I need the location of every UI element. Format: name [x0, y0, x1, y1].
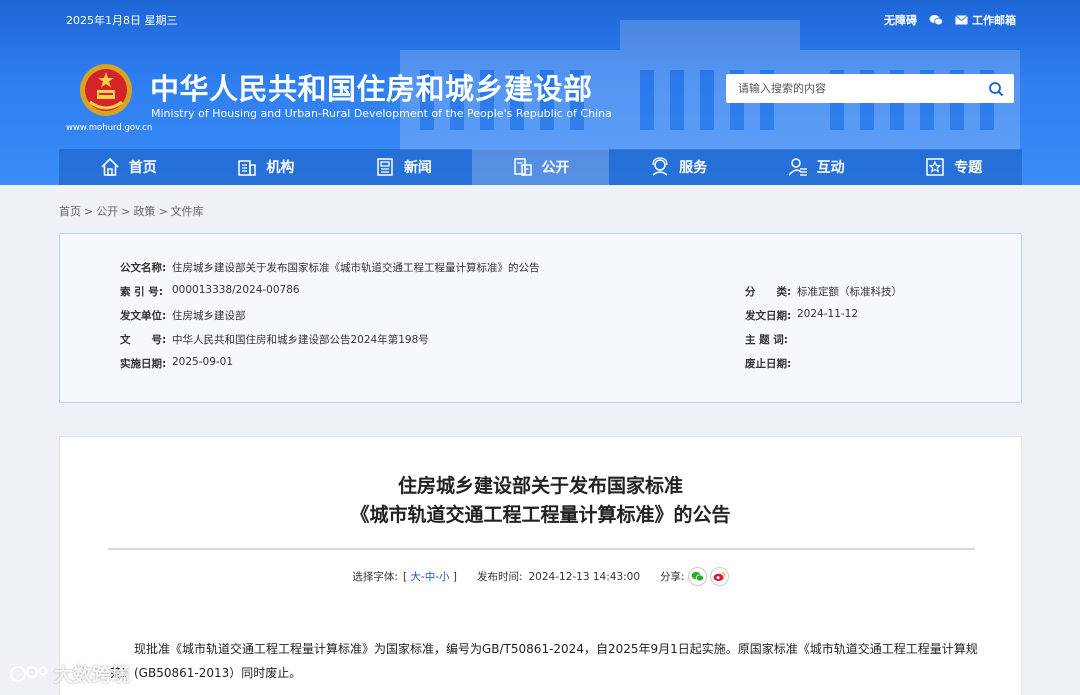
top-bar: 2025年1月8日 星期三 无障碍 工作邮箱 — [66, 12, 1016, 30]
doc-no-value: 中华人民共和国住房和城乡建设部公告2024年第198号 — [172, 334, 429, 346]
mail-icon — [955, 15, 968, 25]
meta-row-index: 索 引 号: 000013338/2024-00786 — [120, 284, 300, 299]
article-panel: 住房城乡建设部关于发布国家标准 《城市轨道交通工程工程量计算标准》的公告 选择字… — [59, 436, 1022, 695]
site-url: www.mohurd.gov.cn — [66, 123, 153, 133]
search-input[interactable] — [726, 74, 978, 103]
issuer-value: 住房城乡建设部 — [172, 310, 246, 322]
meta-row-issue-date: 发文日期: 2024-11-12 — [745, 308, 858, 323]
nav-label: 新闻 — [403, 160, 432, 176]
nav-item-home[interactable]: 首页 — [59, 149, 197, 185]
issuer-label: 发文单位: — [120, 310, 167, 322]
nav-item-news[interactable]: 新闻 — [334, 149, 472, 185]
title-divider — [108, 548, 975, 550]
index-label: 索 引 号: — [120, 286, 164, 298]
meta-row-repeal: 废止日期: — [745, 356, 797, 371]
topic-icon — [926, 158, 944, 176]
nav-item-open[interactable]: 公开 — [471, 149, 610, 185]
wechat-icon — [691, 571, 704, 582]
repeal-label: 废止日期: — [745, 358, 792, 370]
search-box — [726, 74, 1014, 103]
watermark-logo-icon — [10, 665, 48, 682]
doc-no-label: 文 号: — [120, 334, 167, 346]
nav-label: 互动 — [816, 160, 845, 176]
building-icon — [238, 160, 257, 176]
site-subtitle: Ministry of Housing and Urban-Rural Deve… — [151, 107, 612, 120]
article-title-line1: 住房城乡建设部关于发布国家标准 — [397, 475, 683, 497]
meta-row-category: 分 类: 标准定额（标准科技） — [745, 284, 902, 299]
nav-label: 专题 — [954, 160, 983, 176]
article-body: 现批准《城市轨道交通工程工程量计算标准》为国家标准，编号为GB/T50861-2… — [110, 642, 978, 680]
nav-item-interact[interactable]: 互动 — [747, 149, 885, 185]
subject-label: 主 题 词: — [745, 334, 789, 346]
breadcrumb: 首页 > 公开 > 政策 > 文件库 — [59, 205, 204, 218]
nav-item-topic[interactable]: 专题 — [884, 149, 1022, 185]
nav-label: 公开 — [541, 160, 570, 176]
main-nav: 首页 机构 新闻 公开 服务 互动 专题 — [59, 149, 1022, 185]
document-meta-box: 公文名称: 住房城乡建设部关于发布国家标准《城市轨道交通工程工程量计算标准》的公… — [59, 233, 1022, 403]
font-small-link[interactable]: 小 — [439, 571, 450, 583]
nav-label: 服务 — [679, 160, 708, 176]
interact-icon — [788, 158, 807, 176]
share-label: 分享: — [660, 571, 685, 583]
font-size-switcher: [ 大-中-小 ] — [402, 571, 457, 583]
wechat-icon — [929, 15, 943, 26]
mailbox-label: 工作邮箱 — [972, 14, 1016, 27]
share-weibo-button[interactable] — [709, 567, 729, 586]
publish-time-label: 发布时间: — [476, 571, 523, 583]
meta-row-effective: 实施日期: 2025-09-01 — [120, 356, 233, 371]
meta-row-doc-no: 文 号: 中华人民共和国住房和城乡建设部公告2024年第198号 — [120, 332, 429, 347]
nav-item-organization[interactable]: 机构 — [197, 149, 335, 185]
top-links: 无障碍 工作邮箱 — [884, 12, 1016, 28]
publish-time-value: 2024-12-13 14:43:00 — [528, 570, 641, 583]
meta-row-issuer: 发文单位: 住房城乡建设部 — [120, 308, 246, 323]
mailbox-link[interactable]: 工作邮箱 — [955, 12, 1016, 28]
font-large-link[interactable]: 大 — [410, 571, 421, 583]
wechat-link[interactable] — [929, 14, 943, 26]
nav-label: 首页 — [128, 160, 157, 176]
category-label: 分 类: — [745, 286, 792, 298]
breadcrumb-open[interactable]: 公开 — [96, 205, 118, 218]
site-header: 2025年1月8日 星期三 无障碍 工作邮箱 www.mohurd.gov.cn… — [0, 0, 1080, 185]
issue-date-label: 发文日期: — [745, 310, 792, 322]
open-icon — [513, 158, 532, 176]
search-button[interactable] — [978, 74, 1014, 103]
news-icon — [377, 158, 393, 176]
home-icon — [101, 157, 119, 176]
meta-row-subject: 主 题 词: — [745, 332, 797, 347]
breadcrumb-home[interactable]: 首页 — [59, 205, 81, 218]
breadcrumb-policy[interactable]: 政策 — [133, 205, 155, 218]
nav-label: 机构 — [266, 160, 295, 176]
index-value: 000013338/2024-00786 — [172, 284, 300, 296]
font-medium-link[interactable]: 中 — [425, 571, 436, 583]
service-icon — [652, 157, 668, 176]
font-size-label: 选择字体: — [352, 571, 398, 583]
doc-name-label: 公文名称: — [120, 262, 167, 274]
doc-name-value: 住房城乡建设部关于发布国家标准《城市轨道交通工程工程量计算标准》的公告 — [172, 262, 540, 274]
issue-date-value: 2024-11-12 — [797, 308, 859, 320]
accessibility-link[interactable]: 无障碍 — [884, 12, 917, 28]
effective-value: 2025-09-01 — [172, 356, 234, 368]
site-title[interactable]: 中华人民共和国住房和城乡建设部 — [150, 66, 593, 108]
weibo-icon — [713, 571, 725, 582]
national-emblem-logo[interactable] — [78, 62, 134, 118]
watermark-text: 大数跨境 — [54, 664, 131, 686]
category-value: 标准定额（标准科技） — [797, 286, 902, 298]
current-date: 2025年1月8日 星期三 — [66, 14, 178, 27]
share-wechat-button[interactable] — [687, 567, 707, 586]
search-icon — [989, 81, 1004, 96]
effective-label: 实施日期: — [120, 358, 167, 370]
article-title-line2: 《城市轨道交通工程工程量计算标准》的公告 — [350, 504, 731, 526]
breadcrumb-library[interactable]: 文件库 — [171, 205, 204, 218]
watermark: 大数跨境 — [10, 660, 130, 687]
nav-item-service[interactable]: 服务 — [609, 149, 747, 185]
meta-row-doc-name: 公文名称: 住房城乡建设部关于发布国家标准《城市轨道交通工程工程量计算标准》的公… — [120, 260, 540, 275]
article-info-bar: 选择字体: [ 大-中-小 ] 发布时间: 2024-12-13 14:43:0… — [60, 567, 1021, 586]
